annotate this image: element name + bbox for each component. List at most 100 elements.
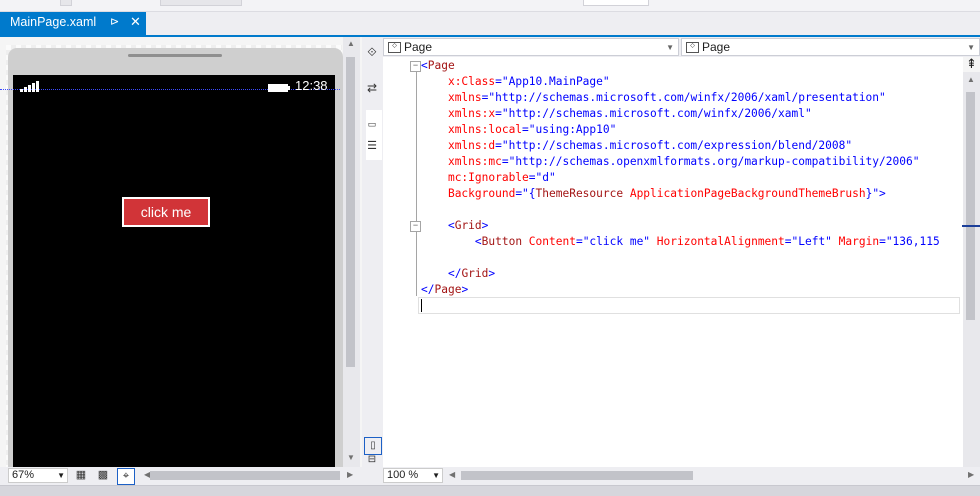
scroll-up-icon[interactable]: ▲ bbox=[347, 39, 355, 48]
designer-hscroll-thumb[interactable] bbox=[150, 471, 340, 480]
code-line[interactable]: xmlns:d="http://schemas.microsoft.com/ex… bbox=[421, 138, 852, 154]
phone-screen[interactable] bbox=[13, 75, 335, 468]
code-token: > bbox=[461, 283, 469, 296]
zoom-value: 67% bbox=[12, 469, 35, 481]
code-token: xmlns:d bbox=[447, 139, 496, 152]
swap-panes-icon[interactable]: ⇄ bbox=[364, 80, 380, 96]
code-token: Margin bbox=[831, 235, 880, 248]
collapse-icon[interactable]: − bbox=[410, 61, 421, 72]
text-caret bbox=[421, 299, 422, 312]
code-token: =" bbox=[495, 75, 509, 88]
code-token: ="http://schemas.microsoft.com/winfx/200… bbox=[495, 107, 812, 120]
type-selector[interactable]: ◇ Page ▼ bbox=[383, 38, 679, 56]
editor-gutter bbox=[383, 57, 413, 467]
code-line[interactable]: </Page> bbox=[421, 282, 468, 298]
code-token: ="using:App10" bbox=[522, 123, 617, 136]
code-token: Page bbox=[427, 59, 455, 72]
code-line[interactable]: <Grid> bbox=[421, 218, 488, 234]
scroll-left-icon[interactable]: ◀ bbox=[449, 470, 455, 479]
designer-zoom-select[interactable]: 67% ▼ bbox=[8, 468, 68, 483]
code-token: </ bbox=[447, 267, 462, 280]
outline-line bbox=[416, 66, 417, 296]
code-line[interactable]: xmlns:x="http://schemas.microsoft.com/wi… bbox=[421, 106, 812, 122]
code-line[interactable]: xmlns="http://schemas.microsoft.com/winf… bbox=[421, 90, 886, 106]
battery-tip bbox=[288, 86, 290, 90]
code-token: < bbox=[447, 219, 455, 232]
code-token: Grid bbox=[454, 219, 482, 232]
code-line[interactable]: xmlns:local="using:App10" bbox=[421, 122, 616, 138]
chevron-down-icon: ▼ bbox=[432, 471, 440, 480]
member-selector-value: Page bbox=[702, 40, 731, 54]
collapse-icon[interactable]: − bbox=[410, 221, 421, 232]
scroll-right-icon[interactable]: ▶ bbox=[968, 470, 974, 479]
split-editor-icon[interactable]: ⇞ bbox=[963, 57, 980, 72]
scroll-right-icon[interactable]: ▶ bbox=[347, 470, 353, 479]
chevron-down-icon: ▼ bbox=[967, 43, 975, 52]
scroll-up-icon[interactable]: ▲ bbox=[967, 75, 975, 84]
code-token: ="Left" bbox=[784, 235, 832, 248]
top-toolbar-strip bbox=[0, 0, 980, 12]
designer-vscroll-thumb[interactable] bbox=[346, 57, 355, 367]
code-token: < bbox=[474, 235, 482, 248]
element-icon: ◇ bbox=[686, 42, 699, 53]
xaml-view-icon[interactable]: ☰ bbox=[364, 138, 380, 154]
code-token: ="http://schemas.microsoft.com/winfx/200… bbox=[481, 91, 886, 104]
phone-frame bbox=[8, 48, 343, 468]
close-icon[interactable]: ✕ bbox=[130, 14, 141, 30]
code-line[interactable]: </Grid> bbox=[421, 266, 495, 282]
design-view-icon[interactable]: ▭ bbox=[364, 116, 380, 132]
code-line[interactable]: x:Class="App10.MainPage" bbox=[421, 74, 610, 90]
code-token: Background bbox=[447, 187, 516, 200]
battery-icon bbox=[268, 84, 288, 92]
document-tab[interactable]: MainPage.xaml ⊳ ✕ bbox=[0, 12, 146, 36]
grid-toggle-icon[interactable]: ▦ bbox=[73, 468, 89, 483]
preview-click-me-button[interactable]: click me bbox=[122, 197, 210, 227]
snap-lines-icon[interactable]: ⌖ bbox=[117, 468, 135, 485]
editor-vscroll-thumb[interactable] bbox=[966, 92, 975, 320]
code-token: </ bbox=[421, 283, 435, 296]
code-token: ApplicationPageBackgroundThemeBrush bbox=[623, 187, 866, 200]
editor-hscroll-thumb[interactable] bbox=[461, 471, 693, 480]
code-token: Button bbox=[481, 235, 523, 248]
code-line[interactable]: xmlns:mc="http://schemas.openxmlformats.… bbox=[421, 154, 920, 170]
chevron-down-icon: ▼ bbox=[57, 471, 65, 480]
code-token: x:Class bbox=[447, 75, 496, 88]
member-selector[interactable]: ◇ Page ▼ bbox=[681, 38, 980, 56]
signal-strength-icon bbox=[20, 80, 40, 92]
snap-grid-icon[interactable]: ▩ bbox=[95, 468, 111, 483]
code-line[interactable]: <Button Content="click me" HorizontalAli… bbox=[421, 234, 940, 250]
code-token: ThemeResource bbox=[535, 187, 624, 200]
phone-speaker bbox=[128, 54, 222, 57]
code-token: xmlns:mc bbox=[447, 155, 502, 168]
code-token: xmlns:x bbox=[447, 107, 496, 120]
code-token: < bbox=[421, 59, 428, 72]
code-token: App10.MainPage bbox=[508, 75, 603, 88]
horizontal-split-icon[interactable]: ⊟ bbox=[364, 452, 380, 468]
zoom-value: 100 % bbox=[387, 469, 419, 481]
code-token: Grid bbox=[461, 267, 489, 280]
code-token: Content bbox=[522, 235, 576, 248]
element-icon: ◇ bbox=[388, 42, 401, 53]
editor-zoom-select[interactable]: 100 % ▼ bbox=[383, 468, 443, 483]
code-token: ="http://schemas.microsoft.com/expressio… bbox=[495, 139, 853, 152]
code-token: Page bbox=[434, 283, 462, 296]
code-line[interactable]: mc:Ignorable="d" bbox=[421, 170, 556, 186]
tab-title: MainPage.xaml bbox=[10, 15, 97, 29]
status-clock: 12:38 bbox=[295, 78, 328, 93]
code-token: ="{ bbox=[515, 187, 536, 200]
pan-icon[interactable]: ⟐ bbox=[364, 44, 380, 60]
scroll-down-icon[interactable]: ▼ bbox=[347, 453, 355, 462]
pin-icon[interactable]: ⊳ bbox=[110, 15, 119, 28]
code-line[interactable]: <Page bbox=[421, 58, 455, 74]
toolbar-dropdown[interactable] bbox=[583, 0, 649, 6]
code-token: ="136,115 bbox=[879, 235, 940, 248]
bottom-border bbox=[0, 485, 980, 496]
code-token: ="http://schemas.openxmlformats.org/mark… bbox=[501, 155, 920, 168]
code-line[interactable]: Background="{ThemeResource ApplicationPa… bbox=[421, 186, 886, 202]
